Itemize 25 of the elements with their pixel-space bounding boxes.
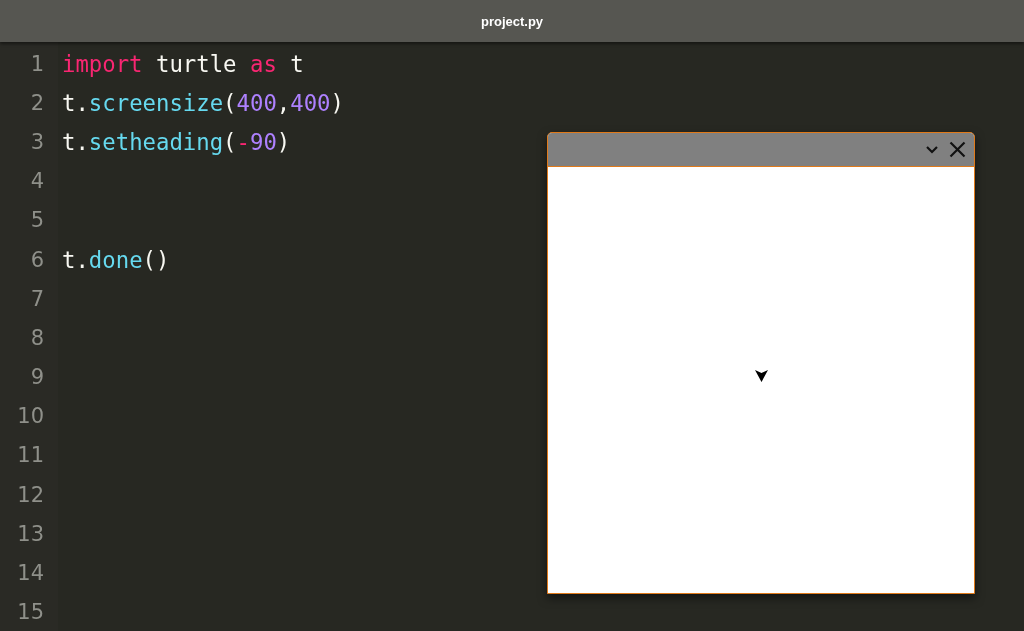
- close-icon: [949, 141, 966, 158]
- chevron-down-icon: [925, 144, 939, 155]
- line-number: 12: [16, 482, 44, 507]
- collapse-button[interactable]: [925, 144, 939, 155]
- line-number: 11: [16, 443, 44, 468]
- line-number: 14: [16, 561, 44, 586]
- line-number: 15: [16, 600, 44, 625]
- code-line: import turtle as t: [62, 50, 304, 77]
- code-line: t.screensize(400,400): [62, 89, 344, 116]
- line-number: 4: [29, 169, 44, 194]
- line-number: 8: [29, 325, 44, 350]
- line-number: 13: [16, 521, 44, 546]
- turtle-arrow-icon: [754, 368, 768, 382]
- line-number: 10: [16, 404, 44, 429]
- code-line: t.setheading(-90): [62, 128, 291, 155]
- line-number: 2: [29, 90, 44, 115]
- line-number: 9: [29, 365, 44, 390]
- line-number: 7: [29, 286, 44, 311]
- line-number: 5: [29, 208, 44, 233]
- line-number: 1: [29, 51, 44, 76]
- line-number: 6: [29, 247, 44, 272]
- close-button[interactable]: [949, 141, 966, 158]
- window-title: project.py: [480, 13, 544, 29]
- code-line: t.done(): [62, 246, 170, 273]
- line-number: 3: [29, 129, 44, 154]
